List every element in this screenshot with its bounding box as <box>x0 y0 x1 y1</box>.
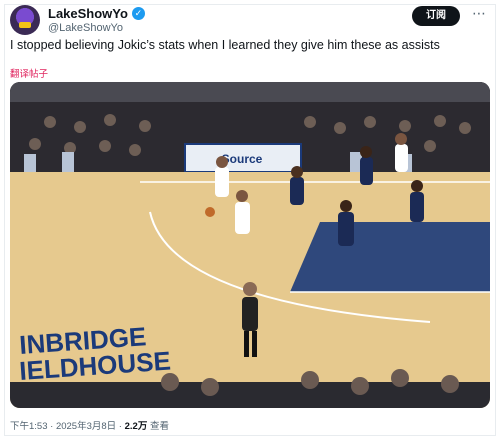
post-time[interactable]: 下午1:53 <box>10 421 48 432</box>
subscribe-button[interactable]: 订阅 <box>412 6 460 26</box>
author-handle[interactable]: @LakeShowYo <box>48 22 123 34</box>
video-media[interactable]: Source INBRIDGE IELDHOUSE <box>10 82 490 408</box>
arena-board-text: Source <box>222 152 263 166</box>
more-icon[interactable]: ⋯ <box>470 6 488 24</box>
author-name-row: LakeShowYo ✓ <box>48 6 145 21</box>
view-count: 2.2万 <box>124 421 148 432</box>
avatar-icon[interactable] <box>10 5 40 35</box>
view-label: 查看 <box>149 421 169 432</box>
translate-post-link[interactable]: 翻译帖子 <box>10 66 48 80</box>
meta-separator: · <box>50 421 54 432</box>
meta-separator-2: · <box>118 421 122 432</box>
author-display-name[interactable]: LakeShowYo <box>48 6 128 21</box>
tweet-meta: 下午1:53 · 2025年3月8日 · 2.2万 查看 <box>10 418 169 432</box>
post-date[interactable]: 2025年3月8日 <box>56 421 116 432</box>
tweet-text: I stopped believing Jokic’s stats when I… <box>10 38 440 52</box>
basketball-court-still: Source INBRIDGE IELDHOUSE <box>10 82 490 408</box>
verified-badge-icon: ✓ <box>131 7 145 20</box>
